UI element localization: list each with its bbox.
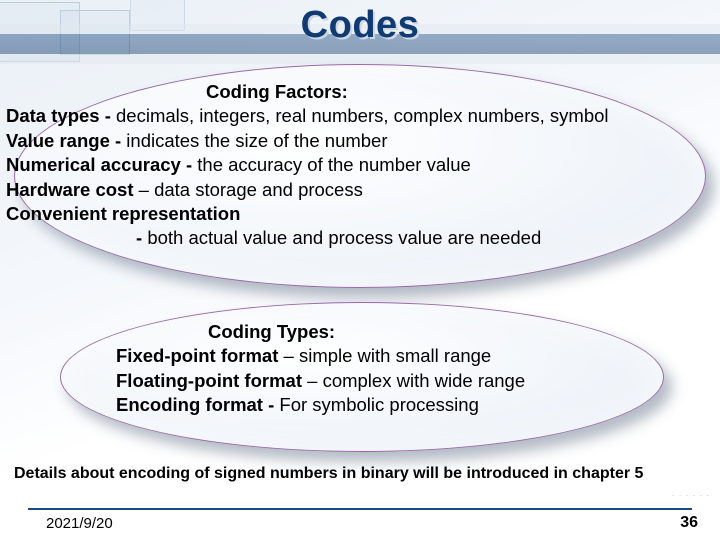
details-note: Details about encoding of signed numbers… [14, 465, 710, 483]
factors-l2-text: the accuracy of the number value [197, 154, 471, 175]
decorative-ticks: · · · · · · [672, 491, 710, 500]
slide-title: Codes [0, 4, 720, 47]
factors-l4-label: Convenient representation [6, 203, 240, 224]
factors-l1-label: Value range - [6, 130, 126, 151]
coding-factors-block: Coding Factors: Data types - decimals, i… [6, 80, 720, 251]
factors-l0-label: Data types - [6, 105, 116, 126]
factors-l5-text: both actual value and process value are … [147, 227, 541, 248]
footer-divider [28, 508, 692, 510]
factors-l5-dash: - [136, 227, 147, 248]
factors-l3-label: Hardware cost [6, 179, 134, 200]
footer-page-number: 36 [680, 514, 698, 532]
factors-heading: Coding Factors: [206, 80, 720, 104]
types-l0-text: – simple with small range [278, 345, 491, 366]
footer-date: 2021/9/20 [46, 515, 113, 532]
factors-l3-text: – data storage and process [134, 179, 363, 200]
types-l2-label: Encoding format - [116, 394, 279, 415]
factors-l1-text: indicates the size of the number [126, 130, 387, 151]
factors-l0-text: decimals, integers, real numbers, comple… [116, 105, 609, 126]
factors-l2-label: Numerical accuracy - [6, 154, 197, 175]
types-l2-text: For symbolic processing [279, 394, 478, 415]
types-l0-label: Fixed-point format [116, 345, 278, 366]
types-heading: Coding Types: [208, 320, 525, 344]
types-l1-text: – complex with wide range [302, 370, 525, 391]
types-l1-label: Floating-point format [116, 370, 302, 391]
coding-types-block: Coding Types: Fixed-point format – simpl… [116, 320, 525, 418]
